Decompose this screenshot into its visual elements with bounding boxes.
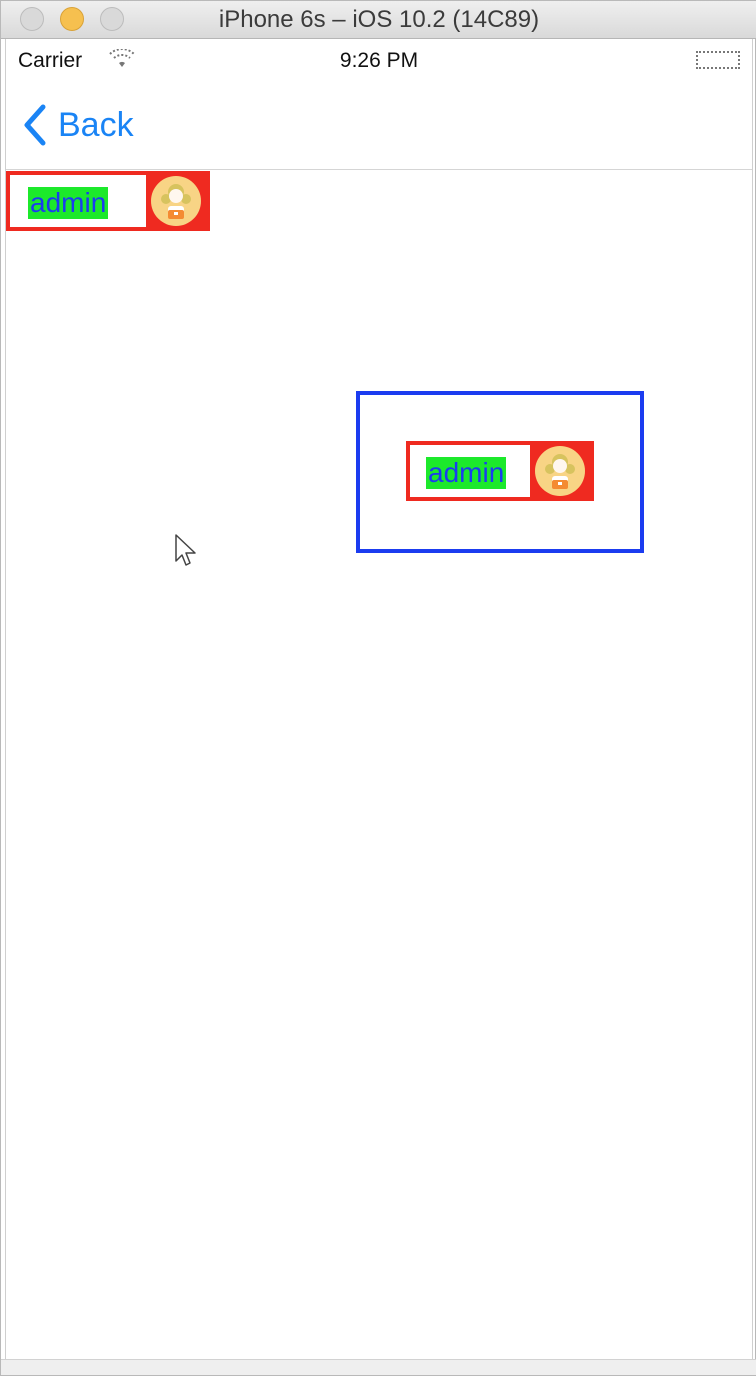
username-label: admin [28, 187, 109, 219]
avatar [146, 175, 206, 227]
simulator-window: iPhone 6s – iOS 10.2 (14C89) Carrier 9:2… [0, 0, 756, 1376]
window-title: iPhone 6s – iOS 10.2 (14C89) [218, 6, 540, 33]
avatar [530, 445, 590, 497]
user-chip: admin [406, 441, 594, 501]
simulator-screen: Carrier 9:26 PM Back admin admin [5, 39, 753, 1361]
girl-avatar-icon [151, 176, 201, 226]
window-bottom-edge [1, 1359, 756, 1375]
chevron-left-icon [20, 103, 48, 147]
back-label: Back [58, 106, 134, 144]
navigation-bar: Back [6, 81, 752, 170]
girl-avatar-icon [535, 446, 585, 496]
status-bar: Carrier 9:26 PM [6, 39, 752, 81]
battery-icon [696, 51, 740, 69]
status-time: 9:26 PM [339, 49, 419, 72]
mouse-cursor-icon [175, 534, 196, 566]
window-titlebar: iPhone 6s – iOS 10.2 (14C89) [1, 1, 756, 39]
back-button[interactable]: Back [20, 103, 134, 147]
user-chip: admin [6, 171, 210, 231]
username-label: admin [426, 457, 507, 489]
